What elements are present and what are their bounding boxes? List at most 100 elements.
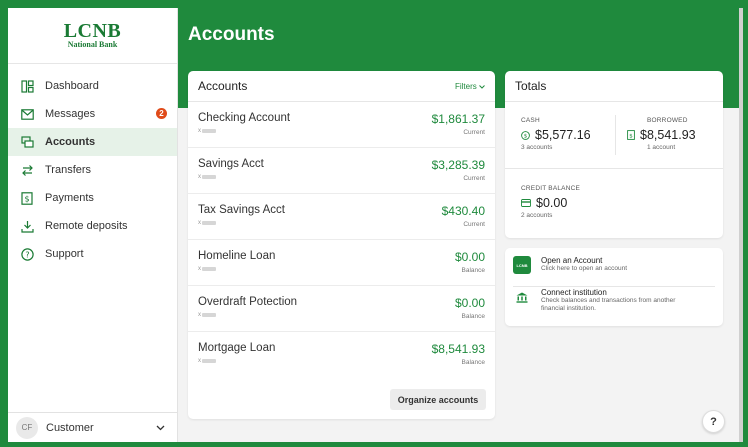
- bank-icon: [513, 288, 531, 306]
- sidebar-item-label: Remote deposits: [45, 220, 128, 232]
- account-amount: $3,285.39: [431, 158, 485, 172]
- accounts-card: Accounts Filters Checking Account x $1,8…: [188, 71, 495, 419]
- account-number-masked: x: [198, 220, 216, 226]
- app-frame: LCNB National Bank Dashboard Messages 2: [0, 0, 748, 447]
- sidebar-item-transfers[interactable]: Transfers: [8, 156, 177, 184]
- sidebar-item-dashboard[interactable]: Dashboard: [8, 72, 177, 100]
- sidebar-item-label: Messages: [45, 108, 96, 120]
- chevron-down-icon: [479, 82, 485, 91]
- action-description: Check balances and transactions from ano…: [541, 297, 676, 312]
- account-name: Homeline Loan: [198, 250, 276, 262]
- svg-text:$: $: [629, 133, 633, 139]
- avatar: CF: [16, 416, 38, 439]
- account-name: Overdraft Potection: [198, 296, 298, 308]
- page-title: Accounts: [188, 24, 275, 45]
- deposit-icon: [20, 219, 34, 233]
- dashboard-icon: [20, 79, 34, 93]
- mail-icon: [20, 107, 34, 121]
- sidebar-item-accounts[interactable]: Accounts: [8, 128, 177, 156]
- sidebar-item-label: Accounts: [45, 136, 96, 148]
- account-row[interactable]: Overdraft Potection x $0.00 Balance: [188, 286, 495, 332]
- account-amount: $0.00: [454, 250, 485, 264]
- svg-text:$: $: [524, 133, 528, 139]
- scrollbar[interactable]: [739, 8, 743, 442]
- account-name: Tax Savings Acct: [198, 204, 285, 216]
- account-amount-type: Current: [463, 221, 485, 228]
- unread-badge: 2: [156, 108, 167, 119]
- dollar-circle-icon: $: [521, 130, 530, 140]
- sidebar-item-label: Dashboard: [45, 80, 99, 92]
- sidebar: LCNB National Bank Dashboard Messages 2: [8, 8, 178, 442]
- organize-accounts-button[interactable]: Organize accounts: [390, 389, 486, 410]
- accounts-card-header: Accounts Filters: [188, 71, 495, 102]
- borrowed-value: $8,541.93: [640, 128, 696, 142]
- account-name: Mortgage Loan: [198, 342, 276, 354]
- credit-card-icon: [521, 199, 531, 207]
- account-amount-type: Current: [463, 175, 485, 182]
- borrowed-sub: 1 account: [647, 144, 676, 151]
- accounts-icon: [20, 135, 34, 149]
- account-row[interactable]: Checking Account x $1,861.37 Current: [188, 102, 495, 148]
- lcnb-logo-icon: LCNB: [513, 256, 531, 274]
- chevron-down-icon: [156, 422, 165, 434]
- connect-institution-action[interactable]: Connect institution Check balances and t…: [505, 280, 723, 316]
- account-amount-type: Balance: [461, 313, 486, 320]
- borrowed-label: BORROWED: [647, 117, 688, 124]
- account-amount: $0.00: [454, 296, 485, 310]
- account-name: Checking Account: [198, 112, 291, 124]
- account-amount-type: Current: [463, 129, 485, 136]
- action-title: Open an Account: [541, 256, 603, 265]
- sidebar-item-messages[interactable]: Messages 2: [8, 100, 177, 128]
- account-row[interactable]: Mortgage Loan x $8,541.93 Balance: [188, 332, 495, 378]
- sidebar-item-support[interactable]: ? Support: [8, 240, 177, 268]
- filters-label: Filters: [454, 81, 477, 91]
- account-number-masked: x: [198, 174, 216, 180]
- payment-icon: $: [20, 191, 34, 205]
- borrowed-total: BORROWED $ $8,541.93 1 account: [627, 117, 696, 151]
- sidebar-item-payments[interactable]: $ Payments: [8, 184, 177, 212]
- logo[interactable]: LCNB National Bank: [8, 8, 177, 64]
- account-row[interactable]: Homeline Loan x $0.00 Balance: [188, 240, 495, 286]
- user-menu[interactable]: CF Customer: [8, 412, 177, 442]
- credit-value: $0.00: [536, 196, 568, 210]
- action-description: Click here to open an account: [541, 265, 627, 272]
- bill-icon: $: [627, 130, 635, 140]
- account-row[interactable]: Savings Acct x $3,285.39 Current: [188, 148, 495, 194]
- sidebar-item-label: Payments: [45, 192, 94, 204]
- sidebar-item-remote-deposits[interactable]: Remote deposits: [8, 212, 177, 240]
- quick-actions-card: LCNB Open an Account Click here to open …: [505, 248, 723, 326]
- account-row[interactable]: Tax Savings Acct x $430.40 Current: [188, 194, 495, 240]
- sidebar-item-label: Support: [45, 248, 84, 260]
- credit-label: CREDIT BALANCE: [521, 185, 581, 192]
- account-amount: $8,541.93: [431, 342, 485, 356]
- help-button[interactable]: ?: [702, 410, 725, 433]
- account-name: Savings Acct: [198, 158, 264, 170]
- accounts-card-title: Accounts: [198, 79, 248, 93]
- totals-card: Totals CASH $ $5,577.16 3 accounts BORRO…: [505, 71, 723, 238]
- totals-card-title: Totals: [515, 79, 547, 93]
- cash-value: $5,577.16: [535, 128, 591, 142]
- svg-text:$: $: [24, 194, 29, 203]
- totals-card-header: Totals: [505, 71, 723, 102]
- logo-main: LCNB: [63, 20, 122, 42]
- credit-sub: 2 accounts: [521, 212, 553, 219]
- help-circle-icon: ?: [20, 247, 34, 261]
- cash-sub: 3 accounts: [521, 144, 553, 151]
- account-number-masked: x: [198, 358, 216, 364]
- cash-total: CASH $ $5,577.16 3 accounts: [521, 117, 591, 151]
- transfer-icon: [20, 163, 34, 177]
- divider: [615, 115, 616, 155]
- action-title: Connect institution: [541, 288, 607, 297]
- filters-button[interactable]: Filters: [455, 82, 485, 91]
- account-amount-type: Balance: [461, 359, 486, 366]
- account-amount: $430.40: [441, 204, 485, 218]
- open-account-action[interactable]: LCNB Open an Account Click here to open …: [505, 248, 723, 284]
- user-name: Customer: [46, 421, 94, 434]
- sidebar-nav: Dashboard Messages 2 Accounts Transfers: [8, 64, 177, 268]
- credit-balance-total: CREDIT BALANCE $0.00 2 accounts: [521, 185, 580, 219]
- logo-sub: National Bank: [67, 40, 118, 49]
- account-amount: $1,861.37: [431, 112, 485, 126]
- divider: [505, 168, 723, 169]
- svg-text:?: ?: [25, 250, 29, 259]
- account-number-masked: x: [198, 312, 216, 318]
